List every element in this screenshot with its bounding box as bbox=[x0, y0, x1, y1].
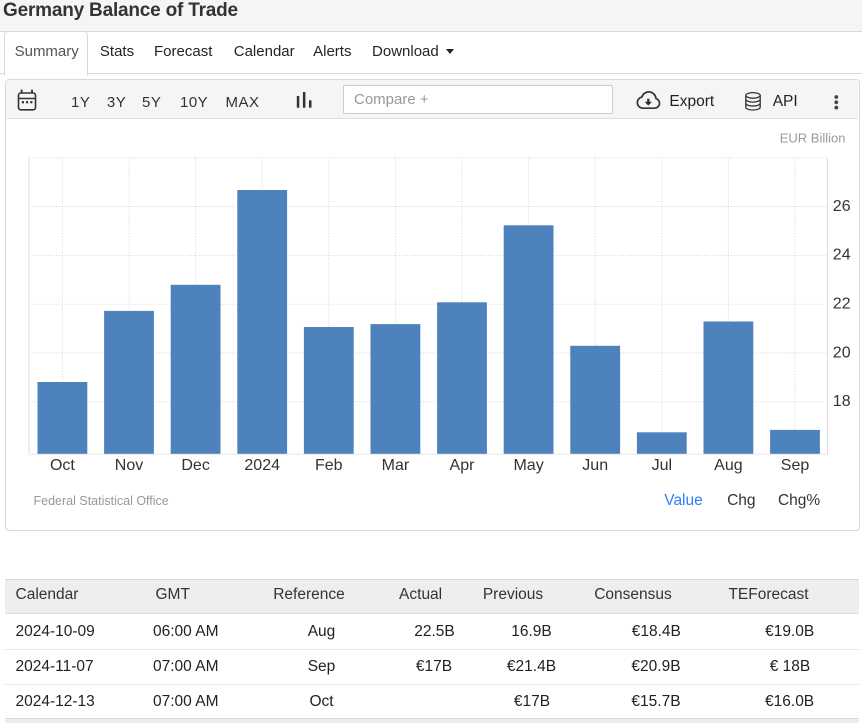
svg-text:18: 18 bbox=[833, 393, 851, 410]
svg-text:22: 22 bbox=[833, 296, 851, 313]
svg-text:2024: 2024 bbox=[244, 457, 280, 474]
svg-text:Nov: Nov bbox=[115, 457, 143, 474]
svg-text:Dec: Dec bbox=[181, 457, 209, 474]
svg-text:Aug: Aug bbox=[714, 457, 742, 474]
svg-text:20: 20 bbox=[833, 344, 851, 361]
svg-text:Oct: Oct bbox=[50, 457, 75, 474]
svg-text:May: May bbox=[513, 457, 543, 474]
svg-text:26: 26 bbox=[833, 198, 851, 215]
svg-text:Jul: Jul bbox=[652, 457, 672, 474]
svg-text:Feb: Feb bbox=[315, 457, 343, 474]
svg-text:Jun: Jun bbox=[582, 457, 608, 474]
svg-text:Apr: Apr bbox=[450, 457, 476, 474]
svg-text:Sep: Sep bbox=[781, 457, 810, 474]
svg-text:EUR Billion: EUR Billion bbox=[780, 131, 846, 146]
svg-text:24: 24 bbox=[833, 247, 851, 264]
svg-text:Mar: Mar bbox=[382, 457, 410, 474]
